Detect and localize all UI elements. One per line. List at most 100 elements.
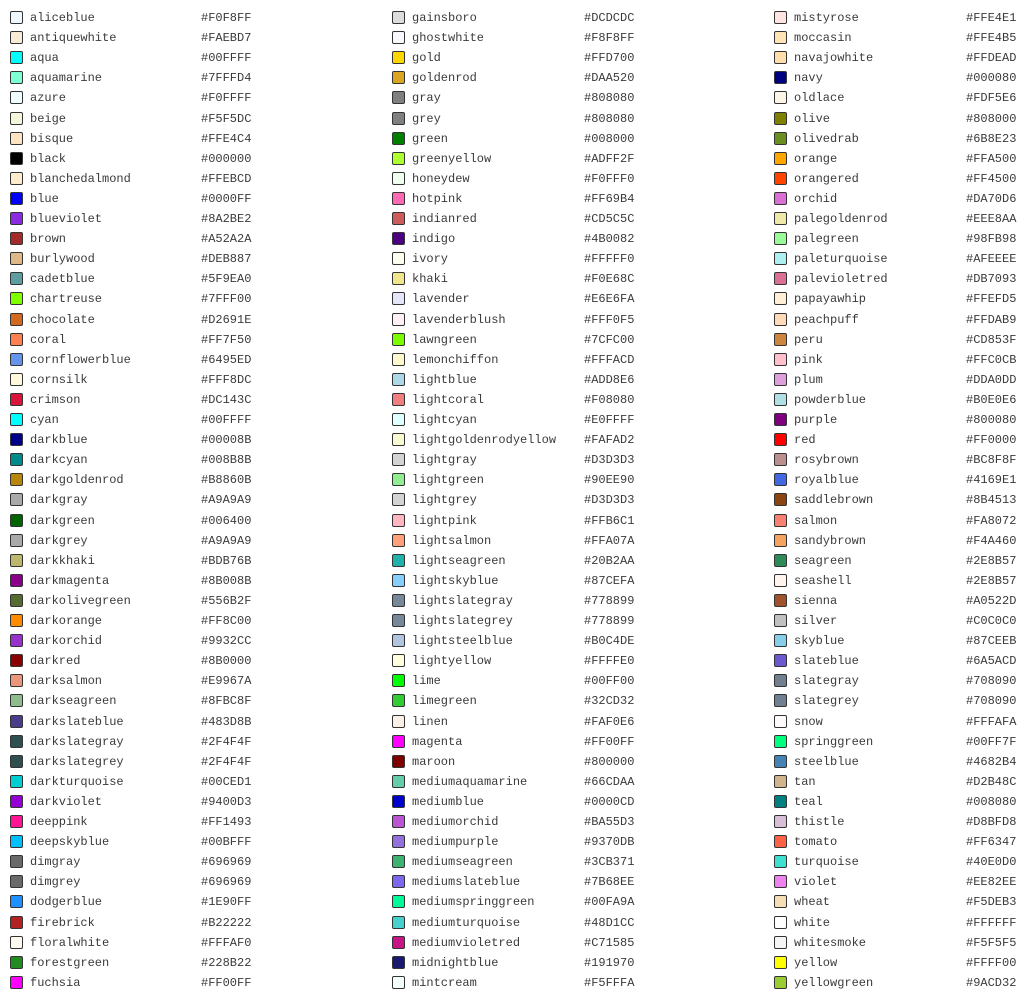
color-name: plum (794, 372, 823, 387)
color-swatch (10, 292, 23, 306)
color-name: whitesmoke (794, 935, 867, 950)
color-name: grey (412, 111, 441, 126)
color-name: springgreen (794, 734, 874, 749)
color-name: lightsteelblue (412, 634, 513, 649)
color-swatch (10, 774, 23, 788)
color-swatch (392, 171, 405, 185)
color-swatch (774, 11, 787, 24)
color-hex: #87CEFA (584, 573, 635, 588)
color-row: crimson #DC143C (10, 390, 390, 410)
color-swatch (392, 614, 405, 627)
color-row: floralwhite #FFFAF0 (10, 933, 390, 953)
color-swatch (392, 674, 405, 688)
color-row: indigo #4B0082 (392, 229, 772, 249)
color-swatch (392, 292, 405, 306)
color-hex: #7FFFD4 (201, 71, 252, 86)
color-row: orangered #FF4500 (774, 169, 1024, 189)
color-hex: #8B008B (201, 573, 252, 588)
color-hex: #800000 (584, 754, 635, 769)
color-row: paleturquoise #AFEEEE (774, 249, 1024, 269)
color-name: lightgray (412, 453, 477, 468)
color-swatch (392, 975, 405, 989)
color-name: slategray (794, 674, 859, 689)
color-name: steelblue (794, 754, 859, 769)
color-name: maroon (412, 754, 456, 769)
color-hex: #E9967A (201, 674, 252, 689)
color-swatch (392, 151, 405, 165)
color-swatch (392, 553, 405, 567)
color-swatch (10, 513, 23, 527)
color-hex: #808080 (584, 111, 635, 126)
color-swatch (10, 553, 23, 567)
color-row: purple #800080 (774, 410, 1024, 430)
color-row: cornflowerblue #6495ED (10, 350, 390, 370)
color-row: fuchsia #FF00FF (10, 973, 390, 993)
color-name: mediumaquamarine (412, 774, 528, 789)
color-name: magenta (412, 734, 463, 749)
color-hex: #A9A9A9 (201, 533, 252, 548)
color-row: darkgray #A9A9A9 (10, 490, 390, 510)
color-row: darkturquoise #00CED1 (10, 772, 390, 792)
color-hex: #00FF00 (584, 674, 635, 689)
color-row: blueviolet #8A2BE2 (10, 209, 390, 229)
color-name: navy (794, 71, 823, 86)
color-row: olivedrab #6B8E23 (774, 129, 1024, 149)
color-hex: #FDF5E6 (966, 91, 1017, 106)
color-name: limegreen (412, 694, 477, 709)
color-swatch (392, 11, 405, 24)
color-hex: #6B8E23 (966, 131, 1017, 146)
color-row: firebrick #B22222 (10, 913, 390, 933)
color-hex: #FF8C00 (201, 614, 252, 628)
color-swatch (10, 131, 23, 145)
color-name: lightcoral (412, 392, 485, 407)
color-hex: #FF4500 (966, 171, 1017, 186)
color-name: firebrick (30, 915, 95, 930)
color-swatch (392, 372, 405, 386)
color-name: cadetblue (30, 272, 95, 287)
color-name: mediumslateblue (412, 875, 521, 890)
color-swatch (10, 533, 23, 547)
color-swatch (10, 895, 23, 909)
color-name: cornflowerblue (30, 352, 131, 367)
color-row: tomato #FF6347 (774, 832, 1024, 852)
color-swatch (10, 694, 23, 708)
color-name: gold (412, 51, 441, 66)
color-swatch (774, 413, 787, 426)
color-hex: #008B8B (201, 453, 252, 468)
color-row: deeppink #FF1493 (10, 812, 390, 832)
color-name: seagreen (794, 553, 852, 568)
color-name: linen (412, 714, 449, 729)
color-row: violet #EE82EE (774, 872, 1024, 892)
color-hex: #F0E68C (584, 272, 635, 287)
color-row: azure #F0FFFF (10, 88, 390, 108)
color-name: teal (794, 794, 823, 809)
color-hex: #A9A9A9 (201, 493, 252, 508)
color-swatch (392, 332, 405, 346)
color-name: pink (794, 352, 823, 367)
color-hex: #EE82EE (966, 875, 1017, 890)
color-swatch (10, 453, 23, 467)
color-swatch (774, 674, 787, 688)
color-hex: #DAA520 (584, 71, 635, 86)
color-name: darkgray (30, 493, 88, 508)
color-name: floralwhite (30, 935, 110, 950)
color-name: midnightblue (412, 955, 499, 970)
color-hex: #00FA9A (584, 895, 635, 910)
color-row: yellowgreen #9ACD32 (774, 973, 1024, 993)
color-name: dimgrey (30, 875, 81, 890)
color-hex: #FFDEAD (966, 51, 1017, 66)
color-name: black (30, 151, 67, 166)
color-swatch (774, 332, 787, 346)
color-hex: #FFE4B5 (966, 31, 1017, 46)
color-hex: #708090 (966, 674, 1017, 689)
color-row: slategray #708090 (774, 671, 1024, 691)
color-row: darkgrey #A9A9A9 (10, 531, 390, 551)
color-name: turquoise (794, 855, 859, 870)
color-name: deepskyblue (30, 835, 110, 850)
color-name: palegreen (794, 232, 859, 247)
color-name: lightskyblue (412, 573, 499, 588)
color-name: mediumseagreen (412, 855, 513, 870)
color-hex: #FFFF00 (966, 955, 1017, 970)
color-swatch (774, 694, 787, 708)
color-hex: #AFEEEE (966, 252, 1017, 267)
